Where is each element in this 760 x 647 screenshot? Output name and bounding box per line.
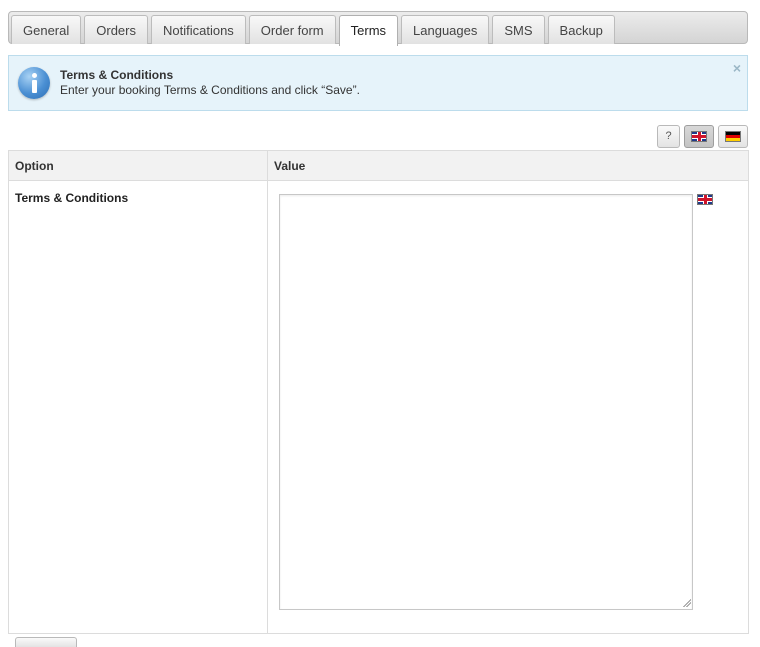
value-column-header: Value bbox=[274, 159, 306, 173]
options-table: Option Value Terms & Conditions bbox=[8, 150, 749, 634]
tab-backup[interactable]: Backup bbox=[547, 15, 615, 44]
tab-list: General Orders Notifications Order form … bbox=[11, 15, 618, 46]
resize-handle-icon[interactable] bbox=[682, 598, 691, 607]
tab-notifications[interactable]: Notifications bbox=[150, 15, 246, 44]
notice-text: Enter your booking Terms & Conditions an… bbox=[60, 83, 360, 97]
tab-order-form[interactable]: Order form bbox=[248, 15, 336, 44]
tab-orders[interactable]: Orders bbox=[84, 15, 148, 44]
tab-sms[interactable]: SMS bbox=[492, 15, 545, 44]
terms-textarea[interactable] bbox=[279, 194, 693, 610]
uk-flag-icon bbox=[697, 194, 713, 205]
settings-tab-bar: General Orders Notifications Order form … bbox=[8, 11, 748, 46]
language-german-button[interactable] bbox=[718, 125, 748, 148]
notice-title: Terms & Conditions bbox=[60, 68, 174, 82]
germany-flag-icon bbox=[725, 131, 741, 142]
tab-terms[interactable]: Terms bbox=[338, 15, 399, 46]
table-header: Option Value bbox=[9, 151, 748, 181]
close-icon[interactable]: × bbox=[733, 60, 741, 76]
tab-general[interactable]: General bbox=[11, 15, 82, 44]
save-button[interactable] bbox=[15, 637, 77, 647]
uk-flag-icon bbox=[691, 131, 707, 142]
option-column-header: Option bbox=[15, 159, 54, 173]
column-divider bbox=[267, 151, 268, 633]
tab-languages[interactable]: Languages bbox=[401, 15, 490, 44]
terms-option-label: Terms & Conditions bbox=[15, 191, 129, 205]
language-english-button[interactable] bbox=[684, 125, 714, 148]
help-button[interactable]: ? bbox=[657, 125, 680, 148]
info-icon bbox=[18, 67, 50, 99]
info-notice: Terms & Conditions Enter your booking Te… bbox=[8, 55, 748, 111]
